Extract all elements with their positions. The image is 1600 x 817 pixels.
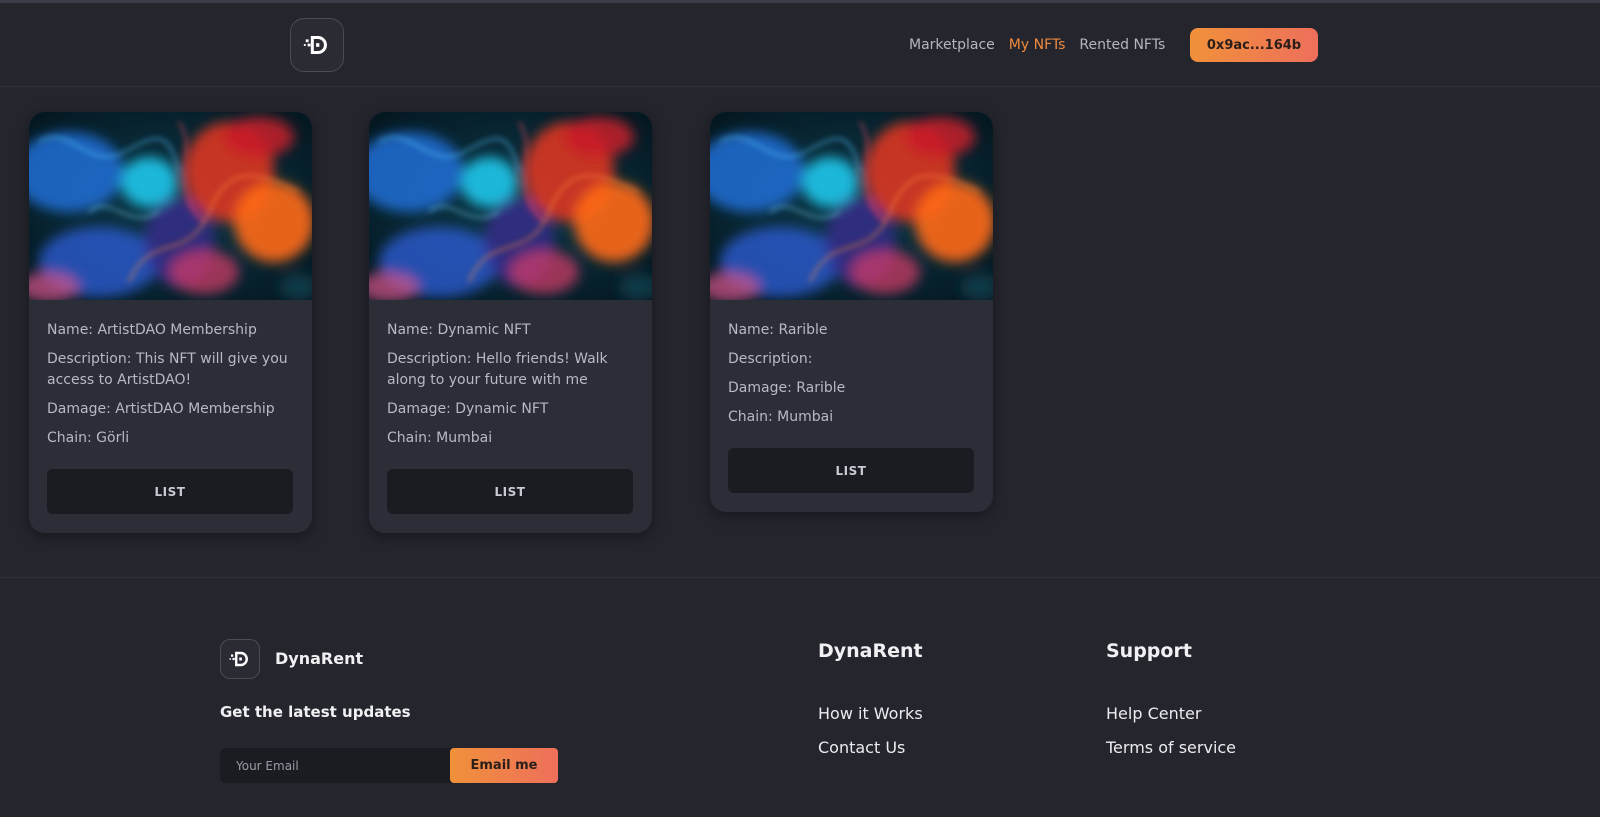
nft-image: [710, 112, 993, 300]
nft-card: Name: Dynamic NFT Description: Hello fri…: [369, 112, 652, 533]
footer-divider: [0, 577, 1600, 578]
nft-name: Name: ArtistDAO Membership: [47, 322, 257, 338]
nft-chain: Chain: Mumbai: [728, 409, 834, 425]
nav-my-nfts[interactable]: My NFTs: [1009, 37, 1066, 53]
footer-link-contact-us[interactable]: Contact Us: [818, 738, 905, 757]
newsletter-form: Email me: [220, 748, 558, 783]
nft-card: Name: Rarible Description: Damage: Rarib…: [710, 112, 993, 512]
footer-link-help-center[interactable]: Help Center: [1106, 704, 1201, 723]
dynarent-logo-icon: [228, 647, 252, 671]
footer-link-terms-of-service[interactable]: Terms of service: [1106, 738, 1236, 757]
email-input[interactable]: [220, 748, 450, 783]
wallet-address-button[interactable]: 0x9ac...164b: [1190, 28, 1318, 62]
site-header: Marketplace My NFTs Rented NFTs 0x9ac...…: [0, 3, 1600, 87]
nav-marketplace[interactable]: Marketplace: [909, 37, 995, 53]
email-me-button[interactable]: Email me: [450, 748, 558, 783]
dynarent-logo-icon: [302, 30, 332, 60]
footer-column-title-dynarent: DynaRent: [818, 640, 923, 662]
footer-link-how-it-works[interactable]: How it Works: [818, 704, 923, 723]
nft-description: Description: This NFT will give you acce…: [47, 351, 288, 388]
nft-image: [29, 112, 312, 300]
nft-damage: Damage: Rarible: [728, 380, 846, 396]
nft-description: Description:: [728, 351, 813, 367]
nft-image: [369, 112, 652, 300]
logo-button[interactable]: [290, 18, 344, 72]
nft-chain: Chain: Görli: [47, 430, 130, 446]
nft-damage: Damage: Dynamic NFT: [387, 401, 549, 417]
nft-damage: Damage: ArtistDAO Membership: [47, 401, 275, 417]
newsletter-heading: Get the latest updates: [220, 703, 411, 721]
footer-brand-name: DynaRent: [275, 649, 364, 668]
nft-description: Description: Hello friends! Walk along t…: [387, 351, 608, 388]
nft-card: Name: ArtistDAO Membership Description: …: [29, 112, 312, 533]
nft-chain: Chain: Mumbai: [387, 430, 493, 446]
list-button[interactable]: LIST: [387, 469, 633, 514]
nft-name: Name: Rarible: [728, 322, 828, 338]
list-button[interactable]: LIST: [728, 448, 974, 493]
main-nav: Marketplace My NFTs Rented NFTs: [909, 3, 1179, 87]
footer-column-title-support: Support: [1106, 640, 1192, 662]
footer-logo[interactable]: [220, 639, 260, 679]
nft-name: Name: Dynamic NFT: [387, 322, 531, 338]
list-button[interactable]: LIST: [47, 469, 293, 514]
nav-rented-nfts[interactable]: Rented NFTs: [1079, 37, 1165, 53]
